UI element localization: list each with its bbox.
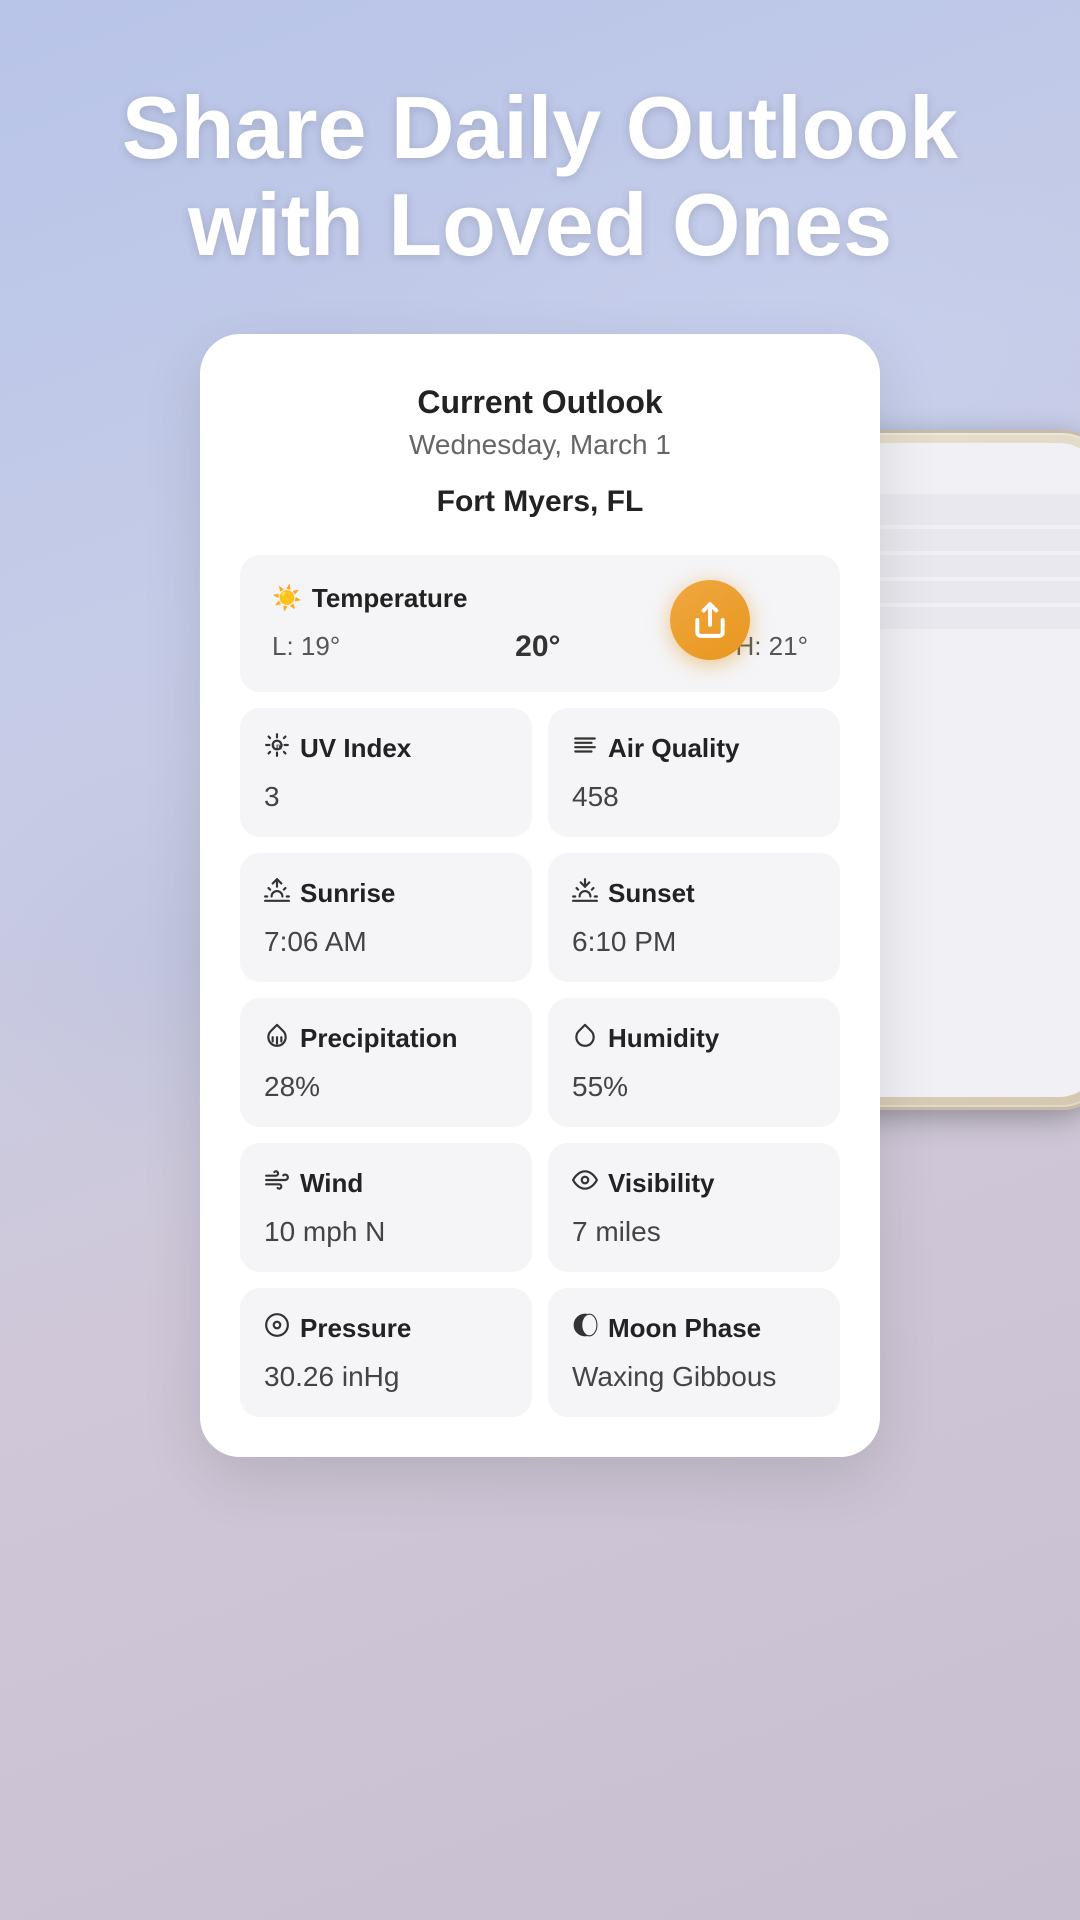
visibility-value: 7 miles — [572, 1216, 816, 1248]
air-quality-label: Air Quality — [608, 733, 739, 764]
humidity-value: 55% — [572, 1071, 816, 1103]
uv-index-label: UV Index — [300, 733, 411, 764]
sunset-icon — [572, 877, 598, 910]
pressure-header: Pressure — [264, 1312, 508, 1345]
pressure-value: 30.26 inHg — [264, 1361, 508, 1393]
metric-card-sunset: Sunset 6:10 PM — [548, 853, 840, 982]
uv-index-value: 3 — [264, 781, 508, 813]
visibility-icon — [572, 1167, 598, 1200]
metric-card-air-quality: Air Quality 458 — [548, 708, 840, 837]
sunrise-header: Sunrise — [264, 877, 508, 910]
precipitation-label: Precipitation — [300, 1023, 457, 1054]
air-quality-header: Air Quality — [572, 732, 816, 765]
uv-index-header: UV UV Index — [264, 732, 508, 765]
metric-card-humidity: Humidity 55% — [548, 998, 840, 1127]
card-date: Wednesday, March 1 — [240, 429, 840, 461]
air-quality-value: 458 — [572, 781, 816, 813]
card-location: Fort Myers, FL — [240, 485, 840, 519]
metrics-grid: UV UV Index 3 — [240, 708, 840, 1417]
sunrise-label: Sunrise — [300, 878, 395, 909]
humidity-header: Humidity — [572, 1022, 816, 1055]
svg-text:UV: UV — [273, 742, 284, 751]
metric-card-moon-phase: Moon Phase Waxing Gibbous — [548, 1288, 840, 1417]
visibility-label: Visibility — [608, 1168, 714, 1199]
temperature-card: ☀️ Temperature L: 19° 20° H: 21° — [240, 555, 840, 692]
precipitation-value: 28% — [264, 1071, 508, 1103]
temperature-label: Temperature — [312, 583, 468, 614]
headline-section: Share Daily Outlook with Loved Ones — [62, 80, 1018, 274]
headline-text: Share Daily Outlook with Loved Ones — [122, 80, 958, 274]
weather-card: Current Outlook Wednesday, March 1 Fort … — [200, 334, 880, 1457]
wind-label: Wind — [300, 1168, 363, 1199]
temperature-icon: ☀️ — [272, 584, 302, 613]
uv-index-icon: UV — [264, 732, 290, 765]
sunrise-value: 7:06 AM — [264, 926, 508, 958]
precipitation-header: Precipitation — [264, 1022, 508, 1055]
sunrise-icon — [264, 877, 290, 910]
metric-card-precipitation: Precipitation 28% — [240, 998, 532, 1127]
humidity-icon — [572, 1022, 598, 1055]
pressure-icon — [264, 1312, 290, 1345]
temperature-current: 20° — [515, 630, 560, 664]
metric-card-sunrise: Sunrise 7:06 AM — [240, 853, 532, 982]
air-quality-icon — [572, 732, 598, 765]
metric-card-wind: Wind 10 mph N — [240, 1143, 532, 1272]
card-title: Current Outlook — [240, 384, 840, 421]
metric-card-pressure: Pressure 30.26 inHg — [240, 1288, 532, 1417]
sunset-label: Sunset — [608, 878, 695, 909]
page-wrapper: Share Daily Outlook with Loved Ones Curr… — [0, 0, 1080, 1920]
sunset-header: Sunset — [572, 877, 816, 910]
temperature-low: L: 19° — [272, 631, 340, 662]
wind-value: 10 mph N — [264, 1216, 508, 1248]
pressure-label: Pressure — [300, 1313, 411, 1344]
metric-card-visibility: Visibility 7 miles — [548, 1143, 840, 1272]
wind-header: Wind — [264, 1167, 508, 1200]
moon-phase-value: Waxing Gibbous — [572, 1361, 816, 1393]
moon-phase-header: Moon Phase — [572, 1312, 816, 1345]
visibility-header: Visibility — [572, 1167, 816, 1200]
share-button[interactable] — [670, 580, 750, 660]
moon-phase-icon — [572, 1312, 598, 1345]
share-icon — [691, 601, 729, 639]
metric-card-uv-index: UV UV Index 3 — [240, 708, 532, 837]
moon-phase-label: Moon Phase — [608, 1313, 761, 1344]
sunset-value: 6:10 PM — [572, 926, 816, 958]
wind-icon — [264, 1167, 290, 1200]
precipitation-icon — [264, 1022, 290, 1055]
humidity-label: Humidity — [608, 1023, 719, 1054]
